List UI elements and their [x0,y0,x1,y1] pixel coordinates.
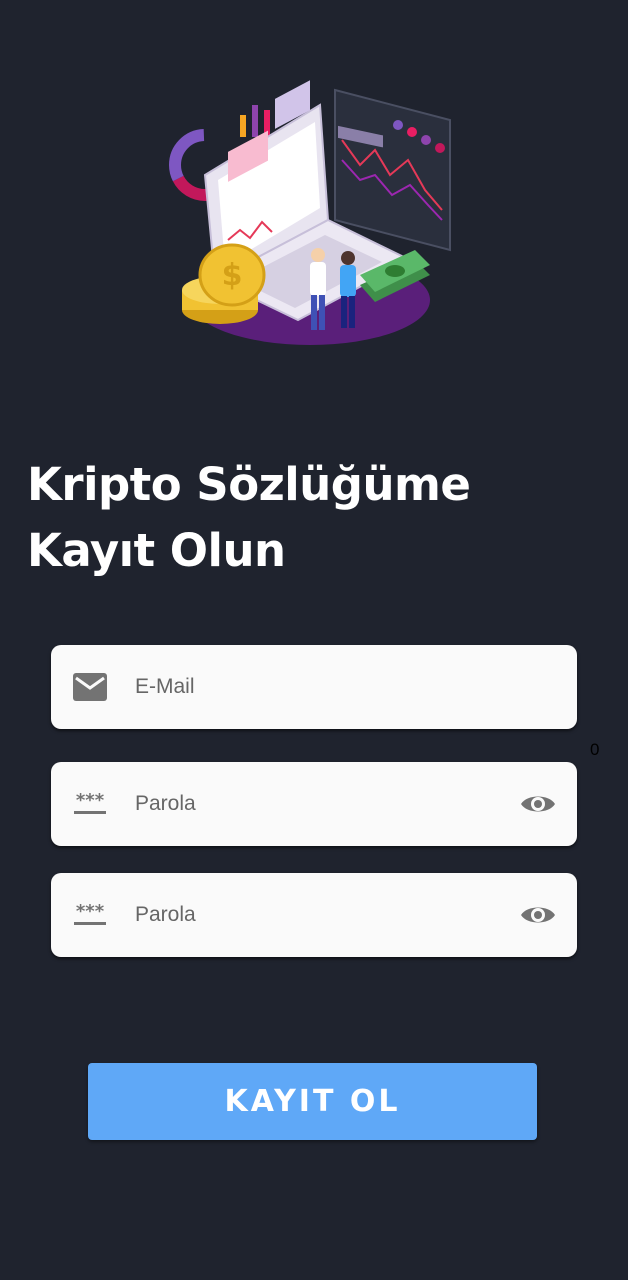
email-input[interactable] [135,645,507,729]
page-title-line-1: Kripto Sözlüğüme [27,458,471,511]
page-title-line-2: Kayıt Olun [27,524,286,577]
register-button[interactable]: KAYIT OL [88,1063,537,1140]
password-icon: *** [71,899,109,931]
eye-icon[interactable] [519,789,557,819]
page-title: Kripto Sözlüğüme Kayıt Olun [27,452,587,584]
password-confirm-field[interactable]: *** [51,873,577,957]
character-counter: 0 [590,740,600,759]
hero-illustration: $ [160,80,460,355]
eye-icon[interactable] [519,900,557,930]
crypto-laptop-illustration: $ [169,80,451,345]
svg-text:$: $ [222,258,243,293]
password-icon: *** [71,788,109,820]
email-icon [71,671,109,703]
svg-text:***: *** [76,792,105,811]
password-field[interactable]: *** [51,762,577,846]
svg-text:***: *** [76,903,105,922]
email-field[interactable] [51,645,577,729]
password-input[interactable] [135,762,507,846]
password-confirm-input[interactable] [135,873,507,957]
